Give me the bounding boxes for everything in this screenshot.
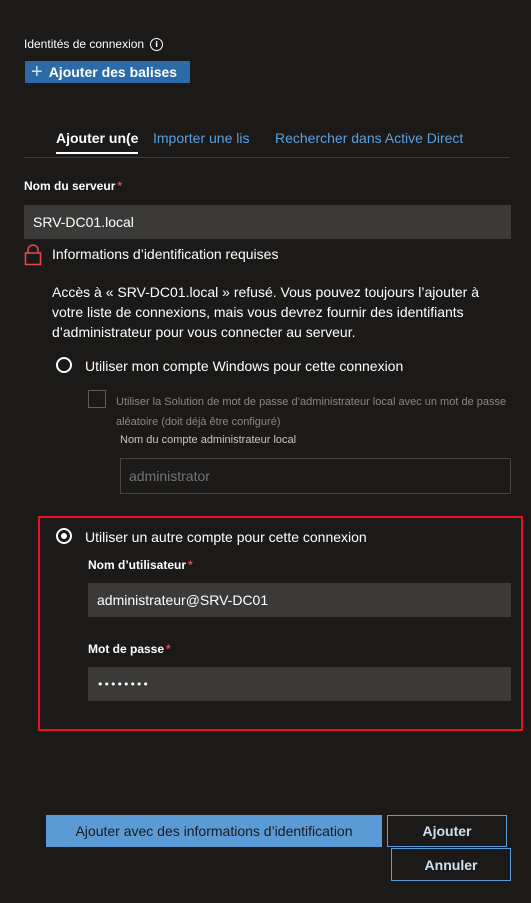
add-tags-label: Ajouter des balises: [48, 64, 178, 80]
connection-identities-header: Identités de connexion i: [24, 37, 164, 51]
required-asterisk: *: [166, 642, 171, 656]
tab-import-list[interactable]: Importer une lis: [153, 128, 258, 152]
username-label: Nom d’utilisateur *: [88, 558, 193, 572]
username-label-text: Nom d’utilisateur: [88, 558, 187, 572]
tab-search-active-directory[interactable]: Rechercher dans Active Direct: [275, 128, 475, 152]
plus-icon: +: [31, 61, 43, 83]
password-label-text: Mot de passe: [88, 642, 165, 656]
server-name-input[interactable]: SRV-DC01.local: [24, 205, 511, 239]
info-icon[interactable]: i: [150, 38, 164, 51]
server-name-label-text: Nom du serveur: [24, 179, 116, 193]
radio-use-windows-account-label[interactable]: Utiliser mon compte Windows pour cette c…: [85, 358, 403, 374]
username-value: administrateur@SRV-DC01: [97, 592, 269, 608]
local-admin-label: Nom du compte administrateur local: [120, 434, 297, 446]
add-button[interactable]: Ajouter: [387, 815, 507, 847]
password-input[interactable]: ••••••••: [88, 667, 511, 701]
radio-use-other-account-label[interactable]: Utiliser un autre compte pour cette conn…: [85, 529, 367, 545]
laps-checkbox[interactable]: [88, 390, 106, 408]
credentials-required-message: Accès à « SRV-DC01.local » refusé. Vous …: [52, 284, 479, 340]
tab-add-single[interactable]: Ajouter un(e): [56, 128, 138, 154]
server-name-value: SRV-DC01.local: [33, 214, 134, 230]
radio-use-other-account[interactable]: [56, 528, 72, 544]
cancel-button[interactable]: Annuler: [391, 848, 511, 881]
local-admin-input[interactable]: [120, 458, 511, 494]
password-value: ••••••••: [97, 677, 149, 691]
laps-checkbox-label: Utiliser la Solution de mot de passe d’a…: [116, 396, 507, 428]
radio-use-windows-account[interactable]: [56, 357, 72, 373]
lock-icon: [24, 244, 42, 266]
password-label: Mot de passe *: [88, 642, 171, 656]
connection-identities-label: Identités de connexion: [24, 37, 145, 51]
add-server-panel: Identités de connexion i + Ajouter des ba…: [0, 0, 531, 903]
tab-bar: Ajouter un(e) Importer une lis Recherche…: [24, 124, 510, 158]
username-input[interactable]: administrateur@SRV-DC01: [88, 583, 511, 617]
add-with-credentials-button[interactable]: Ajouter avec des informations d’identifi…: [46, 815, 382, 847]
add-tags-button[interactable]: + Ajouter des balises: [25, 61, 190, 83]
server-name-label: Nom du serveur *: [24, 179, 122, 193]
credentials-required-title: Informations d’identification requises: [52, 246, 279, 262]
required-asterisk: *: [117, 179, 123, 193]
required-asterisk: *: [188, 558, 193, 572]
